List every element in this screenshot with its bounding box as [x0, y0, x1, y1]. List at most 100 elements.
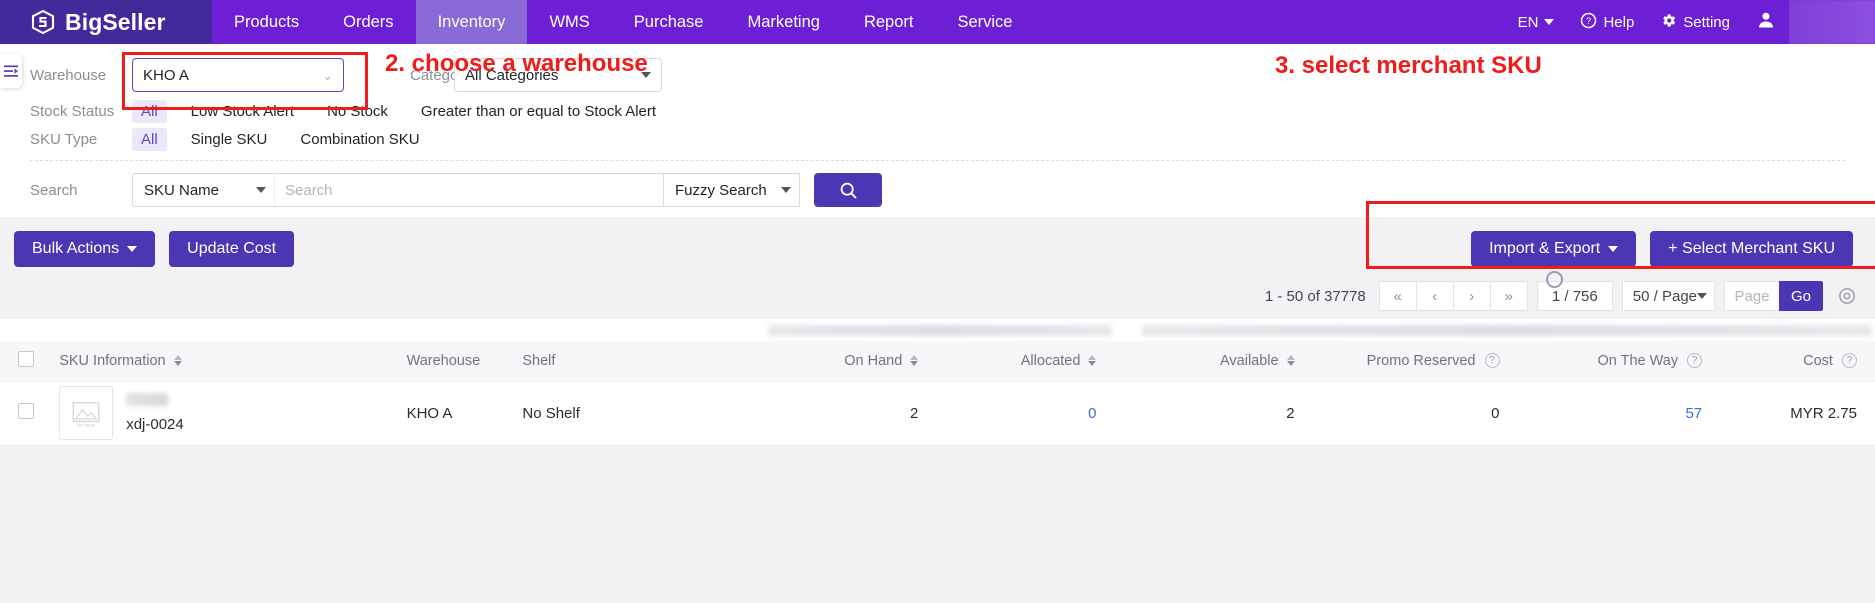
row-checkbox[interactable] — [18, 403, 34, 419]
sku-type-option-single-sku[interactable]: Single SKU — [182, 128, 277, 151]
sort-icon[interactable] — [173, 355, 182, 367]
page-jump-input[interactable]: Page — [1724, 281, 1780, 311]
search-field-value: SKU Name — [144, 181, 220, 199]
column-cost: Cost ? — [1710, 341, 1875, 382]
pagination-prev-button[interactable]: ‹ — [1415, 281, 1454, 311]
nav-right-group: EN ? Help Setting — [1505, 0, 1875, 44]
search-placeholder: Search — [285, 181, 333, 199]
cell-on-hand: 2 — [728, 381, 927, 446]
svg-text:No Image: No Image — [77, 423, 96, 428]
cell-shelf: No Shelf — [514, 381, 729, 446]
cell-cost: MYR 2.75 — [1710, 381, 1875, 446]
warehouse-filter-row: Warehouse KHO A ⌄ Category All Categorie… — [30, 58, 1845, 92]
category-value: All Categories — [465, 66, 559, 84]
category-select-wrap: All Categories — [454, 58, 662, 92]
warehouse-value: KHO A — [143, 66, 189, 84]
top-navbar: BigSeller Products Orders Inventory WMS … — [0, 0, 1875, 44]
stock-status-option-gte-stock-alert[interactable]: Greater than or equal to Stock Alert — [412, 100, 665, 123]
sku-code: xdj-0024 — [126, 416, 184, 433]
warehouse-select[interactable]: KHO A ⌄ — [132, 58, 344, 92]
cell-sku-information: No Image xdj-0024 — [51, 381, 399, 446]
stock-status-option-all[interactable]: All — [132, 99, 167, 123]
chevron-down-icon — [127, 246, 138, 252]
column-available[interactable]: Available — [1104, 341, 1303, 382]
nav-item-marketing[interactable]: Marketing — [725, 0, 841, 44]
sort-icon[interactable] — [1088, 355, 1097, 367]
pagination-bar: 1 - 50 of 37778 « ‹ › » 1 / 756 50 / Pag… — [0, 277, 1875, 319]
pagination-next-button[interactable]: › — [1452, 281, 1491, 311]
pagination-last-button[interactable]: » — [1489, 281, 1528, 311]
search-row: Search SKU Name Search Fuzzy Search 3. s… — [30, 52, 1845, 207]
chevron-down-icon — [1697, 293, 1707, 299]
language-selector[interactable]: EN — [1505, 0, 1568, 44]
nav-item-orders[interactable]: Orders — [321, 0, 415, 44]
column-label: On Hand — [844, 352, 903, 369]
sku-type-option-combination-sku[interactable]: Combination SKU — [291, 128, 428, 151]
stock-status-options: All Low Stock Alert No Stock Greater tha… — [132, 99, 680, 123]
select-merchant-sku-button[interactable]: + Select Merchant SKU — [1650, 231, 1853, 267]
select-all-checkbox[interactable] — [18, 350, 34, 367]
bulk-actions-button[interactable]: Bulk Actions — [14, 231, 156, 267]
user-avatar[interactable] — [1743, 0, 1789, 44]
brand-logo-area[interactable]: BigSeller — [0, 0, 212, 44]
search-group: SKU Name Search Fuzzy Search — [132, 173, 882, 207]
nav-item-purchase[interactable]: Purchase — [612, 0, 726, 44]
gear-icon — [1660, 12, 1677, 33]
category-select[interactable]: All Categories — [454, 58, 662, 92]
cell-warehouse: KHO A — [398, 381, 515, 446]
search-field-select[interactable]: SKU Name — [132, 173, 274, 207]
help-icon[interactable]: ? — [1484, 353, 1500, 369]
pagination-first-button[interactable]: « — [1378, 281, 1417, 311]
filter-divider — [30, 160, 1845, 161]
column-settings-icon[interactable] — [1837, 286, 1857, 306]
column-sku-information[interactable]: SKU Information — [51, 341, 399, 382]
category-label: Category — [410, 66, 471, 84]
sidebar-collapse-toggle[interactable] — [0, 54, 22, 88]
pagination-current-page: 1 / 756 — [1536, 281, 1613, 311]
chevron-down-icon — [256, 187, 266, 193]
sort-icon[interactable] — [910, 355, 919, 367]
cell-on-the-way[interactable]: 57 — [1507, 381, 1711, 446]
nav-item-service[interactable]: Service — [935, 0, 1034, 44]
warehouse-select-wrap: KHO A ⌄ — [132, 58, 344, 92]
setting-label: Setting — [1683, 13, 1730, 31]
stock-status-option-no-stock[interactable]: No Stock — [318, 100, 397, 123]
column-on-the-way: On The Way ? — [1507, 341, 1711, 382]
chevron-down-icon — [1608, 246, 1619, 252]
column-shelf: Shelf — [514, 341, 729, 382]
search-input[interactable]: Search — [274, 173, 664, 207]
sku-type-option-all[interactable]: All — [132, 127, 167, 151]
page-size-select[interactable]: 50 / Page — [1621, 281, 1715, 311]
nav-item-report[interactable]: Report — [842, 0, 936, 44]
table-row[interactable]: No Image xdj-0024 KHO A No Shelf 2 0 2 0 — [0, 381, 1875, 446]
warehouse-label: Warehouse — [30, 66, 107, 84]
pagination-range: 1 - 50 of 37778 — [1264, 287, 1366, 305]
import-export-button[interactable]: Import & Export — [1471, 231, 1637, 267]
nav-item-inventory[interactable]: Inventory — [415, 0, 528, 44]
help-button[interactable]: ? Help — [1567, 0, 1647, 44]
page-go-button[interactable]: Go — [1779, 281, 1823, 311]
stock-status-option-low-stock-alert[interactable]: Low Stock Alert — [182, 100, 303, 123]
main-nav: Products Orders Inventory WMS Purchase M… — [212, 0, 1035, 44]
nav-item-products[interactable]: Products — [212, 0, 321, 44]
sort-icon[interactable] — [1286, 355, 1295, 367]
search-mode-select[interactable]: Fuzzy Search — [664, 173, 800, 207]
setting-button[interactable]: Setting — [1647, 0, 1743, 44]
sku-name-redacted — [126, 393, 169, 406]
column-warehouse: Warehouse — [398, 341, 515, 382]
help-icon[interactable]: ? — [1842, 353, 1857, 369]
help-icon[interactable]: ? — [1687, 353, 1703, 369]
no-image-icon: No Image — [72, 402, 100, 428]
search-button[interactable] — [814, 173, 882, 207]
chevron-down-icon: ⌄ — [322, 67, 333, 83]
help-icon: ? — [1580, 12, 1597, 33]
update-cost-button[interactable]: Update Cost — [169, 231, 295, 267]
column-allocated[interactable]: Allocated — [926, 341, 1105, 382]
cell-allocated[interactable]: 0 — [926, 381, 1105, 446]
search-icon — [840, 182, 856, 198]
brand-name: BigSeller — [65, 8, 166, 35]
nav-item-wms[interactable]: WMS — [527, 0, 611, 44]
stock-status-row: Stock Status All Low Stock Alert No Stoc… — [30, 98, 1845, 124]
column-on-hand[interactable]: On Hand — [728, 341, 927, 382]
language-label: EN — [1517, 13, 1539, 31]
